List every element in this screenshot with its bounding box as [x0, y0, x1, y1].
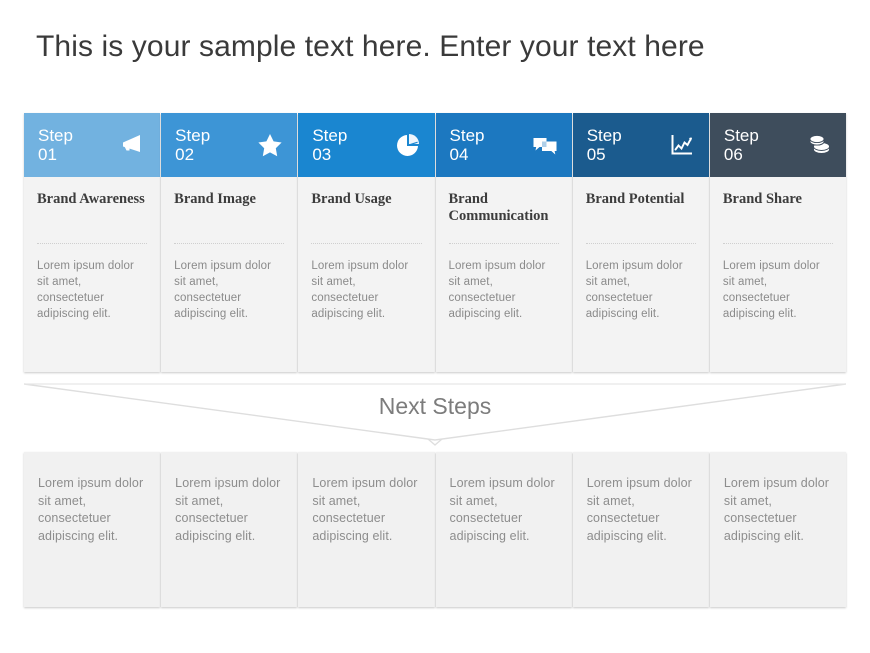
step-body-02: Brand Image Lorem ipsum dolor sit amet, …	[161, 177, 298, 372]
step-name-01: Brand Awareness	[37, 191, 145, 207]
step-card-03[interactable]: Step 03 Brand Usage Lorem ipsum dolor si…	[298, 113, 435, 372]
step-name-05: Brand Potential	[585, 191, 685, 207]
step-header-02: Step 02	[161, 113, 298, 177]
step-card-06[interactable]: Step 06 Brand Share Lorem ipsum dolor si…	[709, 113, 847, 372]
star-icon	[255, 130, 285, 160]
step-body-03: Brand Usage Lorem ipsum dolor sit amet, …	[298, 177, 435, 372]
next-card-description-05: Lorem ipsum dolor sit amet, consectetuer…	[586, 476, 692, 543]
growth-chart-icon	[667, 130, 697, 160]
next-card-02[interactable]: Lorem ipsum dolor sit amet, consectetuer…	[161, 452, 298, 607]
step-description-04: Lorem ipsum dolor sit amet, consectetuer…	[448, 260, 546, 320]
next-steps-label: Next Steps	[378, 393, 492, 419]
next-steps-band: Next Steps	[24, 382, 846, 446]
step-name-04: Brand Communication	[448, 191, 549, 224]
next-card-description-01: Lorem ipsum dolor sit amet, consectetuer…	[38, 476, 144, 543]
page-title: This is your sample text here. Enter you…	[36, 30, 705, 63]
step-body-06: Brand Share Lorem ipsum dolor sit amet, …	[709, 177, 847, 372]
next-card-description-04: Lorem ipsum dolor sit amet, consectetuer…	[449, 476, 555, 543]
step-header-03: Step 03	[298, 113, 435, 177]
step-divider-05	[585, 243, 696, 245]
step-label-02: Step 02	[175, 126, 211, 164]
step-body-01: Brand Awareness Lorem ipsum dolor sit am…	[24, 177, 161, 372]
step-body-05: Brand Potential Lorem ipsum dolor sit am…	[572, 177, 709, 372]
step-body-04: Brand Communication Lorem ipsum dolor si…	[435, 177, 572, 372]
step-description-02: Lorem ipsum dolor sit amet, consectetuer…	[174, 260, 272, 320]
next-card-05[interactable]: Lorem ipsum dolor sit amet, consectetuer…	[572, 452, 709, 607]
next-steps-row: Lorem ipsum dolor sit amet, consectetuer…	[24, 452, 847, 607]
step-description-01: Lorem ipsum dolor sit amet, consectetuer…	[37, 260, 134, 320]
next-card-06[interactable]: Lorem ipsum dolor sit amet, consectetuer…	[709, 452, 847, 607]
step-divider-01	[37, 243, 148, 245]
steps-row: Step 01 Brand Awareness Lorem ipsum dolo…	[24, 113, 847, 372]
coins-icon	[804, 130, 834, 160]
next-card-04[interactable]: Lorem ipsum dolor sit amet, consectetuer…	[435, 452, 572, 607]
step-card-05[interactable]: Step 05 Brand Potential Lorem ipsum dolo…	[572, 113, 709, 372]
megaphone-icon	[118, 130, 148, 160]
step-header-05: Step 05	[572, 113, 709, 177]
speech-bubbles-icon	[530, 130, 560, 160]
step-description-03: Lorem ipsum dolor sit amet, consectetuer…	[311, 260, 409, 320]
step-name-02: Brand Image	[174, 191, 256, 207]
step-header-01: Step 01	[24, 113, 161, 177]
next-card-03[interactable]: Lorem ipsum dolor sit amet, consectetuer…	[298, 452, 435, 607]
step-header-04: Step 04	[435, 113, 572, 177]
step-label-01: Step 01	[38, 126, 73, 164]
step-label-05: Step 05	[586, 126, 622, 164]
step-card-01[interactable]: Step 01 Brand Awareness Lorem ipsum dolo…	[24, 113, 161, 372]
step-card-04[interactable]: Step 04 Brand Communication Lorem ipsum …	[435, 113, 572, 372]
next-card-description-02: Lorem ipsum dolor sit amet, consectetuer…	[175, 476, 281, 543]
step-label-06: Step 06	[723, 126, 759, 164]
next-card-description-06: Lorem ipsum dolor sit amet, consectetuer…	[723, 476, 830, 543]
step-divider-06	[722, 243, 834, 245]
step-description-06: Lorem ipsum dolor sit amet, consectetuer…	[722, 260, 820, 320]
step-header-06: Step 06	[709, 113, 847, 177]
next-card-description-03: Lorem ipsum dolor sit amet, consectetuer…	[312, 476, 418, 543]
pie-chart-icon	[393, 130, 423, 160]
step-name-03: Brand Usage	[311, 191, 392, 207]
step-card-02[interactable]: Step 02 Brand Image Lorem ipsum dolor si…	[161, 113, 298, 372]
step-description-05: Lorem ipsum dolor sit amet, consectetuer…	[585, 260, 683, 320]
step-divider-02	[174, 243, 285, 245]
step-label-04: Step 04	[449, 126, 485, 164]
step-divider-03	[311, 243, 422, 245]
step-name-06: Brand Share	[722, 191, 802, 207]
step-label-03: Step 03	[312, 126, 348, 164]
next-card-01[interactable]: Lorem ipsum dolor sit amet, consectetuer…	[24, 452, 161, 607]
step-divider-04	[448, 243, 559, 245]
